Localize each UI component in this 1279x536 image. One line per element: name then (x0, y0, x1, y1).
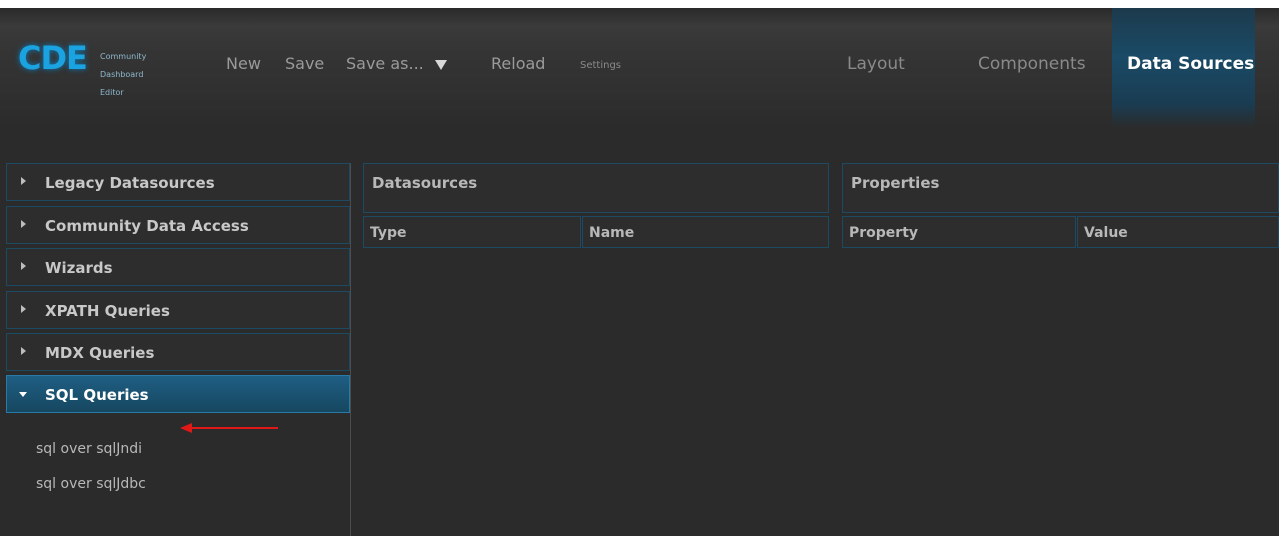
tab-components[interactable]: Components (978, 54, 1086, 74)
column-header-type[interactable]: Type (363, 216, 581, 248)
sql-over-sqljndi-item[interactable]: sql over sqlJndi (36, 441, 142, 457)
settings-button[interactable]: Settings (580, 60, 621, 71)
datasources-panel-title: Datasources (372, 174, 478, 192)
column-header-value-label: Value (1084, 225, 1128, 241)
properties-panel-header: Properties (842, 163, 1279, 213)
save-button[interactable]: Save (285, 54, 324, 73)
category-label: Wizards (45, 259, 113, 277)
sql-over-sqljdbc-item[interactable]: sql over sqlJdbc (36, 476, 146, 492)
category-label: Legacy Datasources (45, 174, 215, 192)
category-mdx-queries[interactable]: MDX Queries (6, 333, 350, 371)
cde-logo: CDE Community Dashboard Editor (18, 38, 168, 97)
logo-line-community: Community (100, 52, 147, 61)
annotation-arrow-icon (180, 423, 278, 433)
collapse-arrow-icon (19, 392, 27, 397)
logo-line-editor: Editor (100, 88, 124, 97)
expand-arrow-icon (21, 262, 26, 270)
logo-subtitle: Community Dashboard Editor (100, 43, 146, 106)
cde-editor-app: CDE Community Dashboard Editor New Save … (0, 8, 1279, 536)
expand-arrow-icon (21, 177, 26, 185)
category-community-data-access[interactable]: Community Data Access (6, 206, 350, 244)
properties-panel-title: Properties (851, 174, 940, 192)
category-sql-queries[interactable]: SQL Queries (6, 375, 350, 413)
category-wizards[interactable]: Wizards (6, 248, 350, 286)
category-legacy-datasources[interactable]: Legacy Datasources (6, 163, 350, 201)
datasource-types-sidebar: Legacy Datasources Community Data Access… (6, 163, 351, 536)
category-xpath-queries[interactable]: XPATH Queries (6, 291, 350, 329)
top-bar: CDE Community Dashboard Editor New Save … (0, 8, 1279, 128)
tab-data-sources[interactable]: Data Sources (1127, 54, 1254, 74)
column-header-name-label: Name (589, 225, 635, 241)
column-header-value[interactable]: Value (1077, 216, 1279, 248)
column-header-property-label: Property (849, 225, 919, 241)
category-label: SQL Queries (45, 386, 149, 404)
logo-mark: CDE (18, 39, 88, 77)
save-as-dropdown-icon[interactable] (435, 60, 447, 70)
save-as-button[interactable]: Save as... (346, 54, 424, 73)
column-header-property[interactable]: Property (842, 216, 1076, 248)
reload-button[interactable]: Reload (491, 54, 545, 73)
datasources-panel-header: Datasources (363, 163, 829, 213)
expand-arrow-icon (21, 305, 26, 313)
category-label: XPATH Queries (45, 302, 170, 320)
category-label: Community Data Access (45, 217, 249, 235)
logo-line-dashboard: Dashboard (100, 70, 144, 79)
new-button[interactable]: New (226, 54, 261, 73)
column-header-type-label: Type (370, 225, 407, 241)
tab-layout[interactable]: Layout (847, 54, 905, 74)
category-label: MDX Queries (45, 344, 155, 362)
column-header-name[interactable]: Name (582, 216, 829, 248)
expand-arrow-icon (21, 347, 26, 355)
expand-arrow-icon (21, 220, 26, 228)
